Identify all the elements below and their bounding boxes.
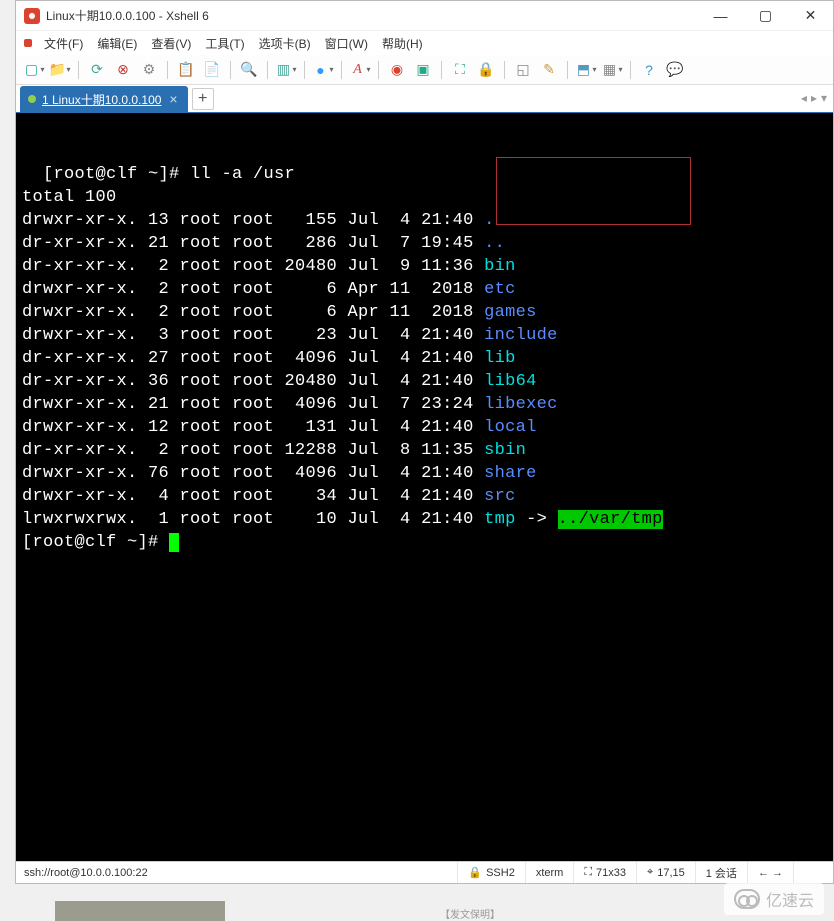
app-window: Linux十期10.0.0.100 - Xshell 6 — ▢ ✕ 文件(F)… [15,0,834,884]
status-pos: ⌖17,15 [636,862,695,883]
tab-label: 1 Linux十期10.0.0.100 [42,91,161,108]
properties-button[interactable]: ⚙ [137,58,161,82]
compose-button[interactable]: ▥▾ [274,58,298,82]
background-fragment [55,901,225,921]
status-nav: ← → [747,862,793,883]
tunnel-button[interactable]: ⬒▾ [574,58,598,82]
separator [630,61,631,79]
xftp-button[interactable]: ◉ [385,58,409,82]
separator [341,61,342,79]
help-button[interactable]: ? [637,58,661,82]
maximize-button[interactable]: ▢ [743,1,788,31]
watermark: 亿速云 [724,883,824,915]
menu-tools[interactable]: 工具(T) [199,33,250,54]
menu-edit[interactable]: 编辑(E) [91,33,143,54]
color-button[interactable]: ●▾ [311,58,335,82]
terminal-area[interactable]: [root@clf ~]# ll -a /usr total 100 drwxr… [16,113,833,861]
menu-help[interactable]: 帮助(H) [376,33,429,54]
lock-button[interactable]: 🔒 [474,58,498,82]
minimize-button[interactable]: — [698,1,743,31]
tab-menu-icon[interactable]: ▾ [821,91,827,105]
status-connection: ssh://root@10.0.0.100:22 [16,867,457,879]
menu-bar: 文件(F) 编辑(E) 查看(V) 工具(T) 选项卡(B) 窗口(W) 帮助(… [16,31,833,55]
tile-button[interactable]: ▦▾ [600,58,624,82]
size-icon: ⛶ [584,866,592,879]
menu-view[interactable]: 查看(V) [145,33,197,54]
annotation-rectangle [496,157,691,225]
tab-next-icon[interactable]: ▸ [811,91,817,105]
reconnect-button[interactable]: ⟳ [85,58,109,82]
font-button[interactable]: A▾ [348,58,372,82]
close-button[interactable]: ✕ [788,1,833,31]
fullscreen-button[interactable]: ⛶ [448,58,472,82]
background-fragment-text: 【发文保明】 [440,906,500,921]
app-icon [24,8,40,24]
disconnect-button[interactable]: ⊗ [111,58,135,82]
separator [267,61,268,79]
lock-icon: 🔒 [468,866,482,879]
status-size: ⛶71x33 [573,862,636,883]
menu-handle-icon [24,39,32,47]
paste-button[interactable]: 📄 [200,58,224,82]
session-tab[interactable]: 1 Linux十期10.0.0.100 × [20,86,188,112]
separator [78,61,79,79]
tab-prev-icon[interactable]: ◂ [801,91,807,105]
new-session-button[interactable]: ▢▾ [22,58,46,82]
tab-close-icon[interactable]: × [167,91,179,107]
find-button[interactable]: 🔍 [237,58,261,82]
highlight-button[interactable]: ✎ [537,58,561,82]
status-bar: ssh://root@10.0.0.100:22 🔒SSH2 xterm ⛶71… [16,861,833,883]
cloud-icon [734,889,760,909]
status-cap [793,862,833,883]
menu-tabs[interactable]: 选项卡(B) [253,33,317,54]
window-title: Linux十期10.0.0.100 - Xshell 6 [46,7,698,24]
xagent-button[interactable]: ▣ [411,58,435,82]
separator [504,61,505,79]
separator [167,61,168,79]
separator [567,61,568,79]
copy-button[interactable]: 📋 [174,58,198,82]
open-button[interactable]: 📁▾ [48,58,72,82]
about-button[interactable]: 💬 [663,58,687,82]
cursor-icon: ⌖ [647,866,653,879]
tab-nav: ◂ ▸ ▾ [801,91,827,105]
tab-bar: 1 Linux十期10.0.0.100 × + ◂ ▸ ▾ [16,85,833,113]
separator [230,61,231,79]
separator [304,61,305,79]
separator [378,61,379,79]
separator [441,61,442,79]
connection-status-icon [28,95,36,103]
title-bar: Linux十期10.0.0.100 - Xshell 6 — ▢ ✕ [16,1,833,31]
toolbar: ▢▾ 📁▾ ⟳ ⊗ ⚙ 📋 📄 🔍 ▥▾ ●▾ A▾ ◉ ▣ ⛶ 🔒 ◱ ✎ ⬒… [16,55,833,85]
window-controls: — ▢ ✕ [698,1,833,31]
nav-arrows-icon[interactable]: ← → [758,867,783,879]
watermark-text: 亿速云 [766,887,814,911]
status-ssh: 🔒SSH2 [457,862,524,883]
status-sessions: 1 会话 [695,862,747,883]
menu-window[interactable]: 窗口(W) [319,33,374,54]
new-tab-button[interactable]: + [192,88,214,110]
status-term: xterm [525,862,574,883]
transparency-button[interactable]: ◱ [511,58,535,82]
menu-file[interactable]: 文件(F) [38,33,89,54]
